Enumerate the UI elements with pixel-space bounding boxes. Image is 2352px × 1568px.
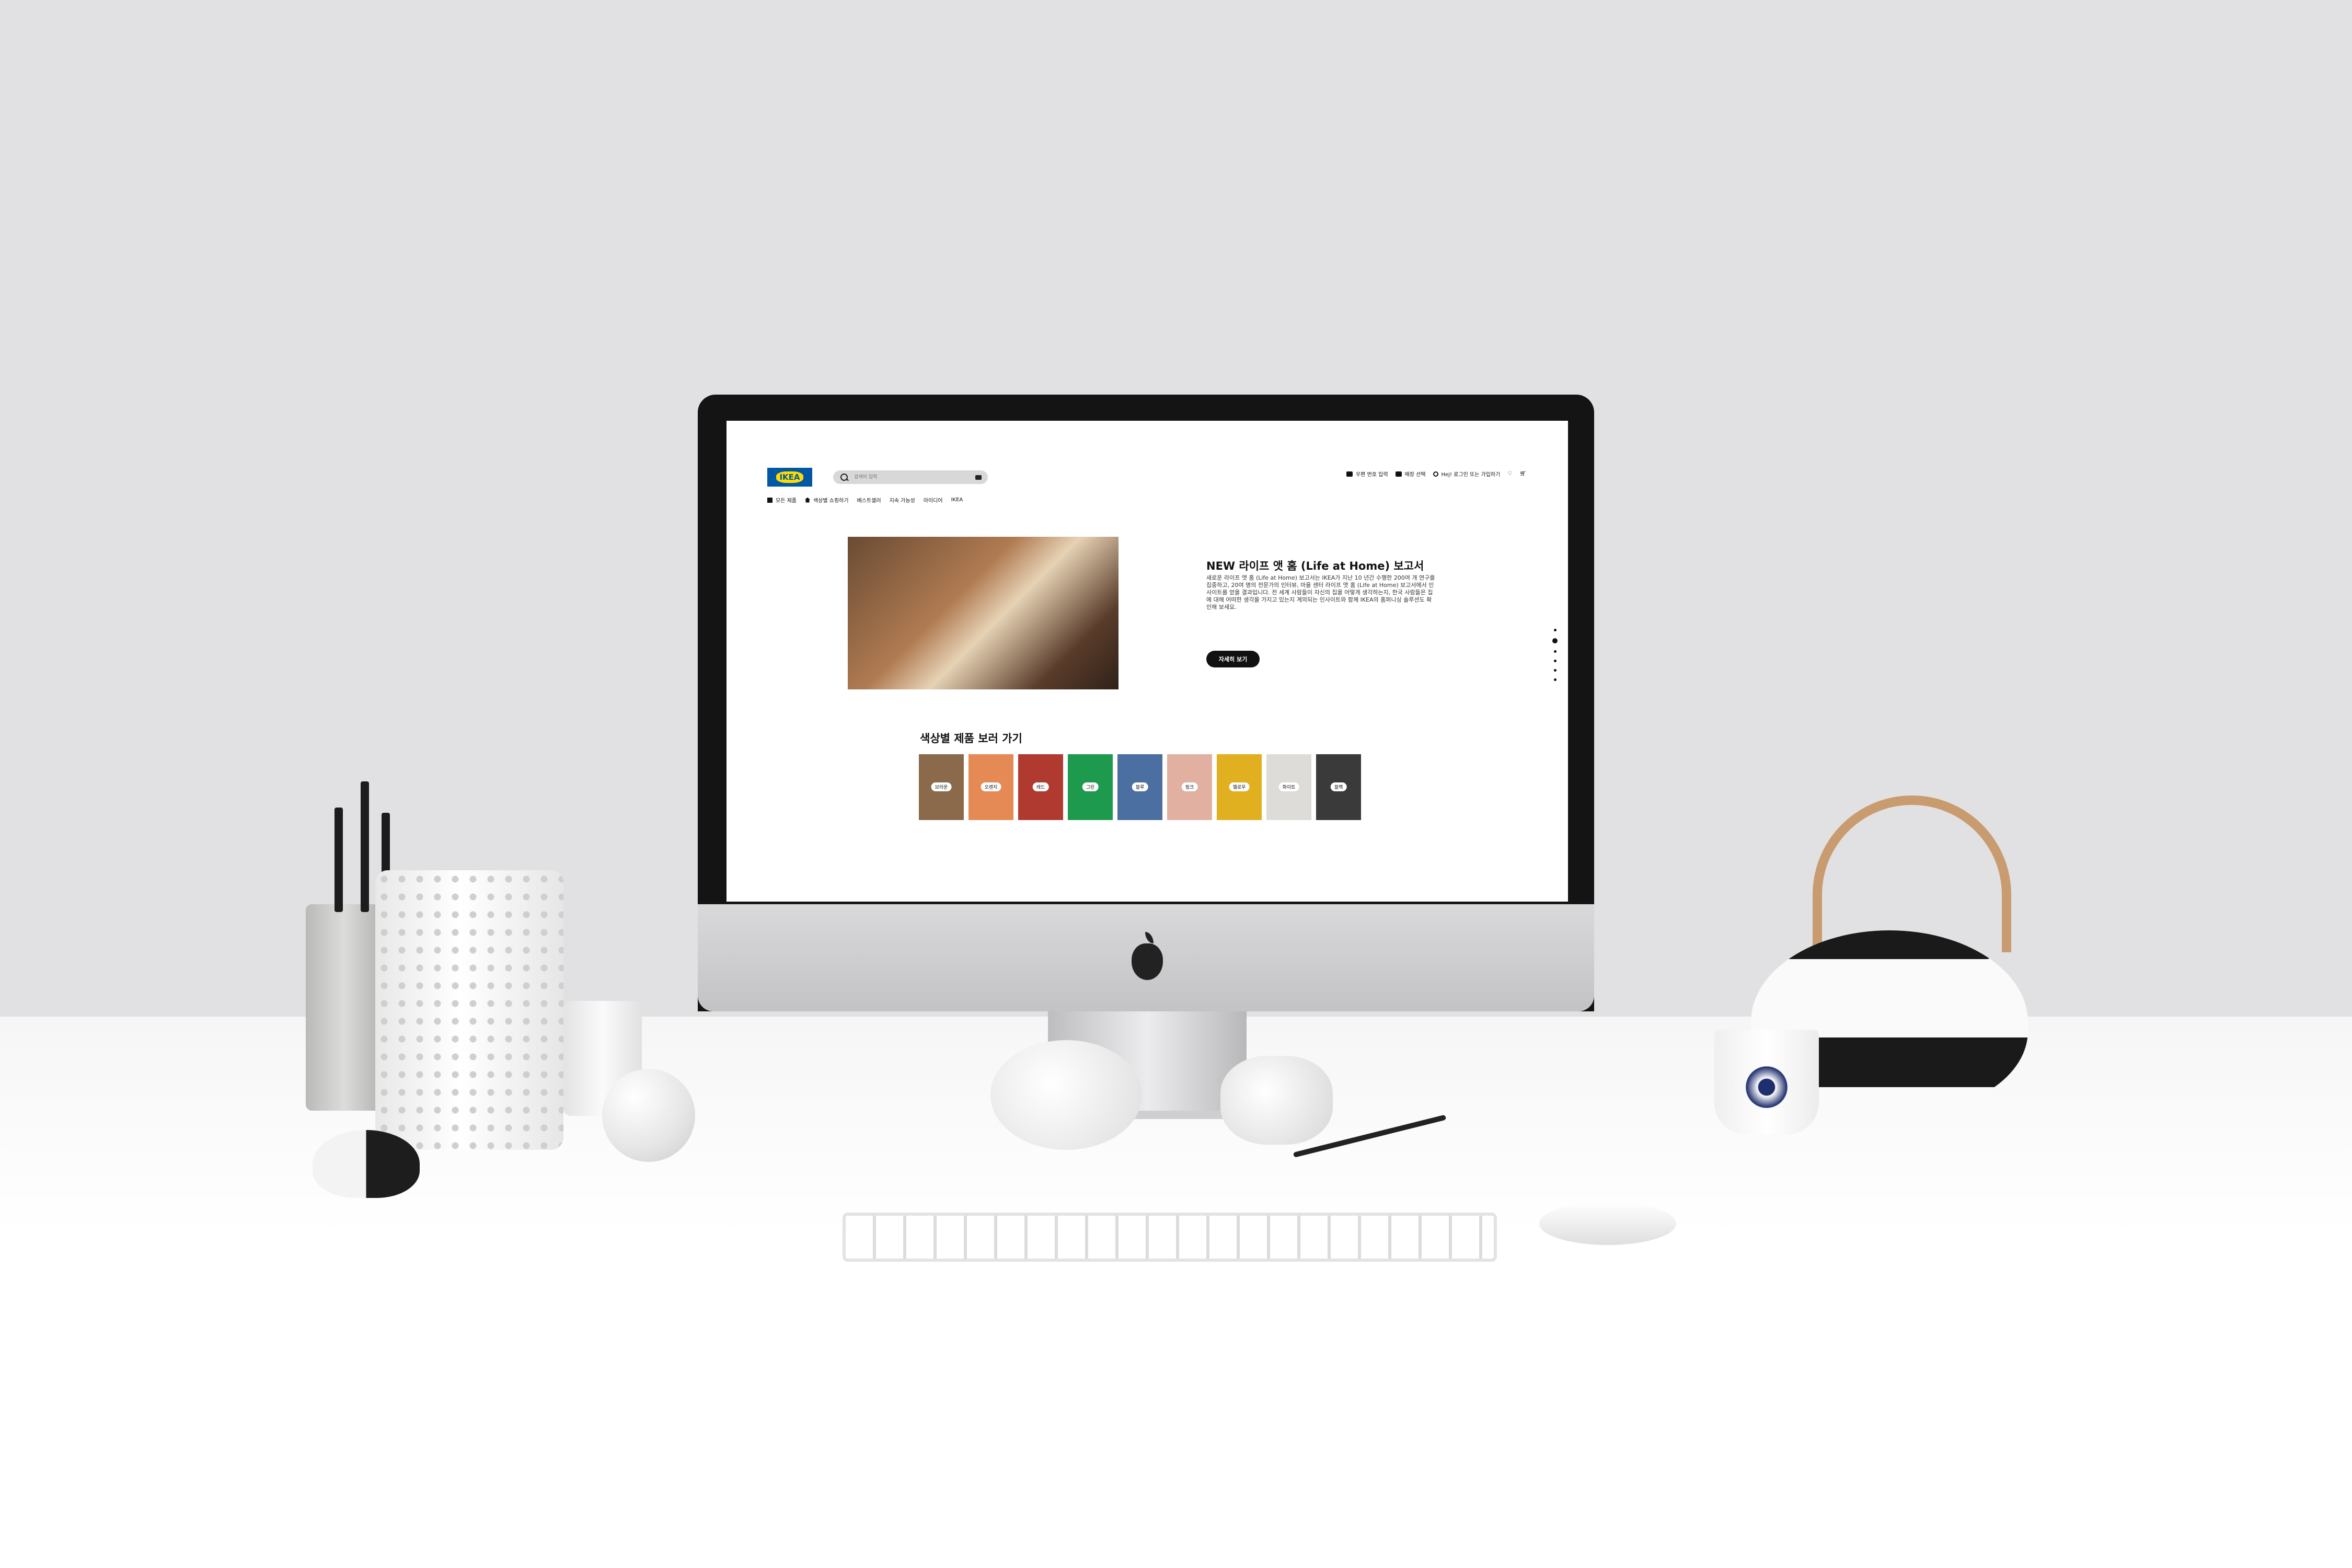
postal-code-label: 우편 번호 입력	[1355, 472, 1388, 478]
carousel-dot[interactable]	[1553, 650, 1557, 653]
color-swatch[interactable]: 레드	[1018, 754, 1063, 820]
nav-item-label: 모든 제품	[776, 498, 797, 504]
carousel-dot[interactable]	[1553, 629, 1557, 631]
teapot-lid	[1782, 930, 1991, 959]
color-swatch-label: 그린	[1082, 782, 1099, 791]
hero-image[interactable]	[848, 537, 1119, 689]
tea-cup	[1714, 1030, 1819, 1134]
heart-icon[interactable]: ♡	[1507, 471, 1512, 477]
nav-item-all-products[interactable]: 모든 제품	[767, 496, 797, 504]
color-swatch[interactable]: 오렌지	[969, 754, 1013, 820]
apple-logo-icon	[1132, 932, 1163, 980]
utility-links: 우편 번호 입력 매장 선택 Hej! 로그인 또는 가입하기 ♡ 🛒︎	[1346, 470, 1526, 478]
carousel-dot[interactable]	[1553, 660, 1557, 662]
magic-mouse[interactable]	[1539, 1202, 1676, 1245]
color-swatch[interactable]: 핑크	[1167, 754, 1212, 820]
color-swatch[interactable]: 옐로우	[1217, 754, 1262, 820]
carousel-dot[interactable]	[1553, 669, 1557, 672]
color-swatch-label: 블랙	[1330, 782, 1347, 791]
menu-icon	[767, 497, 773, 503]
color-swatch-label: 핑크	[1181, 782, 1198, 791]
color-swatch[interactable]: 그린	[1068, 754, 1113, 820]
camera-icon[interactable]	[975, 475, 982, 480]
postal-code-link[interactable]: 우편 번호 입력	[1346, 470, 1388, 478]
hero-title: NEW 라이프 앳 홈 (Life at Home) 보고서	[1206, 560, 1424, 572]
nav-item-bestsellers[interactable]: 베스트셀러	[857, 496, 881, 504]
nav-item-label: 지속 가능성	[889, 498, 915, 504]
crumpled-paper	[1220, 1056, 1333, 1145]
nav-item-label: 색상별 쇼핑하기	[813, 498, 849, 504]
search-bar[interactable]	[833, 470, 988, 484]
pen	[335, 808, 343, 912]
view-details-button[interactable]: 자세히 보기	[1206, 651, 1260, 667]
nav-item-ideas[interactable]: 아이디어	[924, 496, 943, 504]
nav-item-sustainability[interactable]: 지속 가능성	[890, 496, 915, 504]
color-swatch[interactable]: 블루	[1117, 754, 1162, 820]
home-icon	[804, 497, 810, 503]
carousel-pagination	[1552, 629, 1558, 681]
color-swatch[interactable]: 브라운	[919, 754, 964, 820]
color-swatch-list: 브라운 오렌지 레드 그린 블루 핑크 옐로우 화이트 블랙	[919, 754, 1361, 820]
store-select-label: 매장 선택	[1404, 472, 1426, 478]
perforated-candle-holder	[375, 870, 563, 1150]
nav-item-ikea[interactable]: IKEA	[951, 496, 963, 504]
color-swatch-label: 블루	[1132, 782, 1148, 791]
nav-item-shop-by-color[interactable]: 색상별 쇼핑하기	[804, 496, 849, 504]
keyboard[interactable]	[843, 1213, 1497, 1262]
glass-sphere	[602, 1069, 695, 1162]
color-swatch-label: 브라운	[931, 782, 952, 791]
login-label: Hej! 로그인 또는 가입하기	[1441, 472, 1501, 478]
cart-icon[interactable]: 🛒︎	[1519, 471, 1526, 477]
hero-description: 새로운 라이프 앳 홈 (Life at Home) 보고서는 IKEA가 지난…	[1206, 574, 1435, 610]
store-icon	[1395, 471, 1402, 477]
color-swatch-label: 옐로우	[1229, 782, 1250, 791]
color-swatch-label: 화이트	[1278, 782, 1299, 791]
search-input[interactable]	[853, 474, 970, 480]
search-icon[interactable]	[840, 474, 848, 481]
ikea-logo[interactable]: IKEA	[767, 468, 812, 487]
truck-icon	[1346, 471, 1353, 477]
pen	[361, 781, 369, 912]
color-swatch-label: 레드	[1032, 782, 1049, 791]
bird-figurine	[990, 1040, 1142, 1150]
main-nav: 모든 제품 색상별 쇼핑하기 베스트셀러 지속 가능성 아이디어 IKEA	[767, 496, 963, 504]
user-icon	[1433, 471, 1438, 477]
color-swatch-label: 오렌지	[981, 782, 1001, 791]
pen-cup	[306, 904, 382, 1111]
color-swatch[interactable]: 화이트	[1266, 754, 1311, 820]
nav-item-label: 베스트셀러	[857, 498, 881, 504]
carousel-dot[interactable]	[1553, 678, 1557, 681]
store-select-link[interactable]: 매장 선택	[1395, 470, 1426, 478]
colors-section-title: 색상별 제품 보러 가기	[920, 732, 1022, 745]
nav-item-label: 아이디어	[923, 498, 943, 504]
panda-figurine	[313, 1130, 420, 1198]
logo-text: IKEA	[776, 471, 803, 483]
website-screen: IKEA 우편 번호 입력 매장 선택 Hej! 로그인 또는 가입하기 ♡ 🛒…	[727, 421, 1568, 902]
carousel-dot[interactable]	[1552, 638, 1558, 643]
color-swatch[interactable]: 블랙	[1316, 754, 1361, 820]
nav-item-label: IKEA	[951, 497, 963, 503]
login-link[interactable]: Hej! 로그인 또는 가입하기	[1433, 470, 1501, 478]
